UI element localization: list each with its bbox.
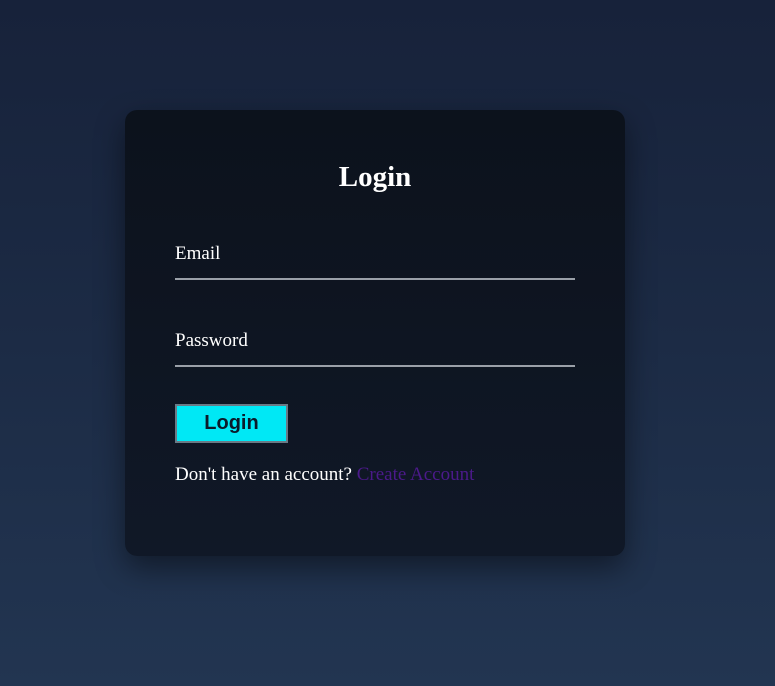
password-input[interactable] <box>175 353 575 367</box>
login-button[interactable]: Login <box>175 404 288 443</box>
email-input[interactable] <box>175 266 575 280</box>
login-card: Login Email Password Login Don't have an… <box>125 110 625 556</box>
email-field-group: Email <box>175 242 575 280</box>
signup-prompt-text: Don't have an account? <box>175 464 352 485</box>
password-field-group: Password <box>175 329 575 367</box>
password-label: Password <box>175 330 248 351</box>
create-account-link[interactable]: Create Account <box>357 464 475 485</box>
page-title: Login <box>338 161 412 193</box>
email-label: Email <box>175 243 221 264</box>
signup-prompt-line: Don't have an account? Create Account <box>175 463 474 487</box>
